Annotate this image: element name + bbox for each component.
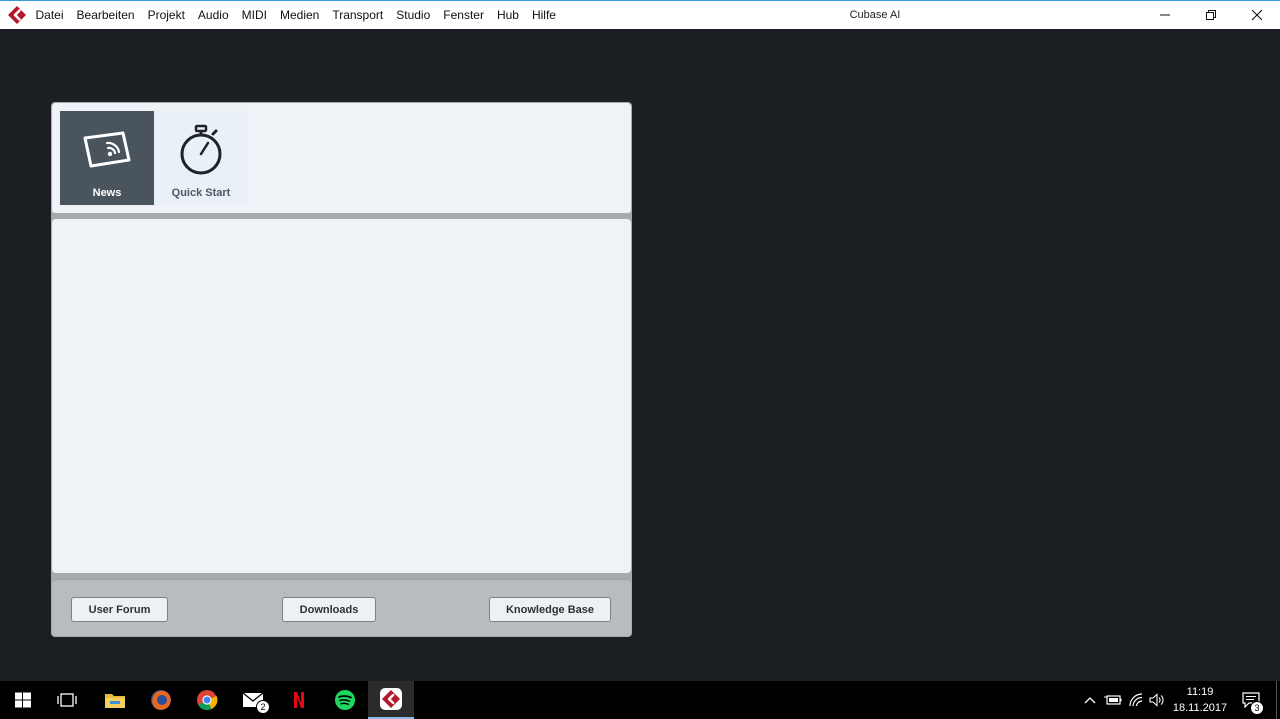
knowledge-base-button[interactable]: Knowledge Base: [489, 597, 611, 622]
menu-item-hilfe[interactable]: Hilfe: [525, 1, 562, 29]
news-rss-icon: [79, 123, 135, 177]
tab-news[interactable]: News: [60, 111, 154, 205]
cubase-icon[interactable]: [368, 681, 414, 719]
cubase-logo-icon[interactable]: [7, 5, 27, 25]
stopwatch-icon: [176, 123, 226, 177]
notification-count-badge: 3: [1250, 701, 1264, 715]
taskbar: 2 11:19 18.11.2017 3: [0, 681, 1280, 719]
menu-item-fenster[interactable]: Fenster: [437, 1, 491, 29]
menu-item-bearbeiten[interactable]: Bearbeiten: [70, 1, 141, 29]
system-clock[interactable]: 11:19 18.11.2017: [1166, 684, 1234, 716]
action-center-icon[interactable]: 3: [1236, 681, 1266, 719]
menu-bar: Datei Bearbeiten Projekt Audio MIDI Medi…: [29, 1, 562, 29]
tab-quick-start[interactable]: Quick Start: [154, 111, 248, 205]
wifi-icon[interactable]: [1126, 681, 1146, 719]
menu-item-transport[interactable]: Transport: [326, 1, 390, 29]
menu-item-audio[interactable]: Audio: [191, 1, 235, 29]
user-forum-button[interactable]: User Forum: [71, 597, 168, 622]
windows-start-icon[interactable]: [0, 681, 46, 719]
menu-item-medien[interactable]: Medien: [273, 1, 325, 29]
title-bar: Datei Bearbeiten Projekt Audio MIDI Medi…: [0, 0, 1280, 29]
firefox-icon[interactable]: [138, 681, 184, 719]
menu-item-midi[interactable]: MIDI: [235, 1, 273, 29]
volume-icon[interactable]: [1147, 681, 1167, 719]
show-desktop-divider[interactable]: [1276, 681, 1277, 719]
show-hidden-icons-chevron-up-icon[interactable]: [1080, 681, 1100, 719]
menu-item-projekt[interactable]: Projekt: [141, 1, 191, 29]
task-view-icon[interactable]: [44, 681, 90, 719]
battery-power-icon[interactable]: [1102, 681, 1124, 719]
hub-content-area: [52, 219, 631, 573]
hub-panel: News Quick Start User Forum Downloads Kn…: [51, 102, 632, 637]
clock-time: 11:19: [1186, 686, 1214, 698]
chrome-icon[interactable]: [184, 681, 230, 719]
spotify-icon[interactable]: [322, 681, 368, 719]
close-icon: [1251, 9, 1263, 21]
file-explorer-icon[interactable]: [92, 681, 138, 719]
menu-item-studio[interactable]: Studio: [390, 1, 437, 29]
tab-news-label: News: [92, 187, 122, 199]
hub-footer: User Forum Downloads Knowledge Base: [52, 579, 631, 636]
netflix-icon[interactable]: [276, 681, 322, 719]
restore-button[interactable]: [1188, 1, 1234, 29]
window-controls: [1142, 1, 1280, 29]
hub-tab-strip: News Quick Start: [52, 103, 631, 213]
minimize-icon: [1160, 14, 1170, 16]
restore-icon: [1206, 10, 1216, 20]
minimize-button[interactable]: [1142, 1, 1188, 29]
menu-item-hub[interactable]: Hub: [490, 1, 525, 29]
clock-date: 18.11.2017: [1172, 702, 1228, 714]
downloads-button[interactable]: Downloads: [282, 597, 376, 622]
menu-item-datei[interactable]: Datei: [29, 1, 70, 29]
close-button[interactable]: [1234, 1, 1280, 29]
mail-count-badge: 2: [256, 700, 270, 714]
mail-icon[interactable]: 2: [230, 681, 276, 719]
tab-quick-start-label: Quick Start: [171, 187, 231, 199]
